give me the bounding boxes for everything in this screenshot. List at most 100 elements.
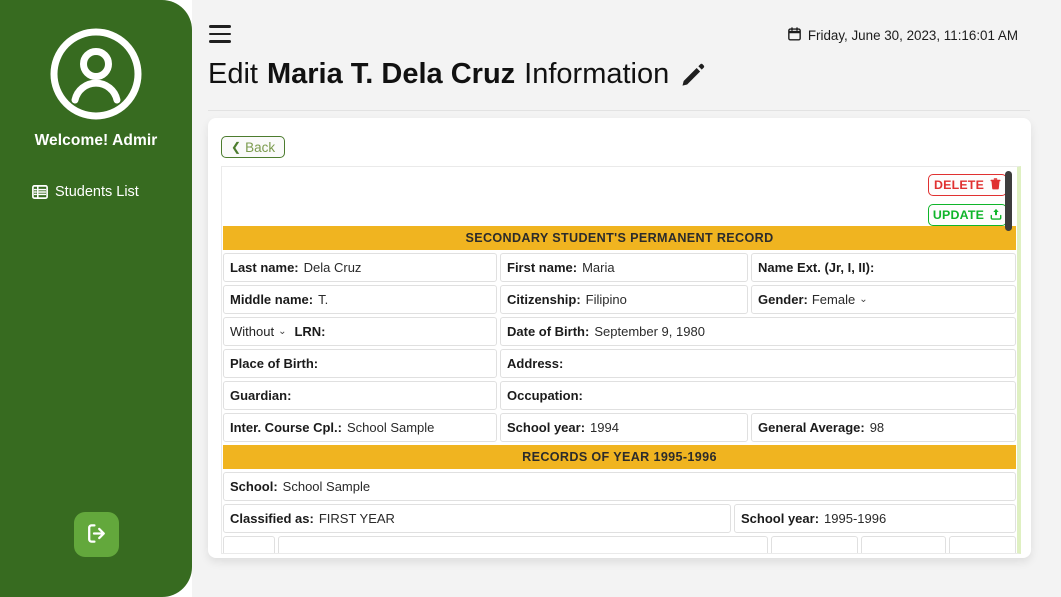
page-title-student-name: Maria T. Dela Cruz	[266, 58, 516, 90]
field-general-average[interactable]: General Average: 98	[751, 413, 1016, 442]
field-name-extension[interactable]: Name Ext. (Jr, I, II):	[751, 253, 1016, 282]
field-value: School Sample	[282, 479, 371, 494]
back-button-label: Back	[245, 139, 276, 155]
field-first-name[interactable]: First name: Maria	[500, 253, 748, 282]
field-middle-name[interactable]: Middle name: T.	[223, 285, 497, 314]
record-scroll-region[interactable]: DELETE UPDATE SECONDARY STUDENT'S PERMAN…	[221, 166, 1021, 554]
lrn-presence-select[interactable]: Without ⌄	[230, 324, 286, 339]
hamburger-menu-icon[interactable]	[209, 25, 231, 43]
page-title-suffix: Information	[524, 58, 670, 90]
field-value: 1995-1996	[824, 511, 887, 526]
page-title-prefix: Edit	[208, 58, 258, 90]
grade-cell[interactable]	[861, 536, 946, 553]
app-root: Welcome! Admir Students List Friday, Jun…	[0, 0, 1061, 597]
field-address[interactable]: Address:	[500, 349, 1016, 378]
field-school-year[interactable]: School year: 1994	[500, 413, 748, 442]
update-button-label: UPDATE	[932, 208, 985, 222]
grade-cell[interactable]	[278, 536, 768, 553]
lrn-presence-value: Without	[230, 324, 275, 339]
field-occupation[interactable]: Occupation:	[500, 381, 1016, 410]
calendar-icon	[787, 27, 801, 44]
field-label: Classified as:	[230, 511, 314, 526]
gender-select-value: Female	[811, 292, 856, 307]
field-label: School:	[230, 479, 278, 494]
record-action-bar: DELETE UPDATE	[222, 167, 1017, 226]
field-label: Guardian:	[230, 388, 292, 403]
table-list-icon	[32, 184, 48, 200]
datetime-text: Friday, June 30, 2023, 11:16:01 AM	[807, 28, 1018, 43]
welcome-label: Welcome! Admir	[34, 132, 158, 149]
field-place-of-birth[interactable]: Place of Birth:	[223, 349, 497, 378]
field-year-school-year[interactable]: School year: 1995-1996	[734, 504, 1016, 533]
table-row: School: School Sample	[223, 472, 1016, 501]
avatar	[44, 22, 148, 126]
field-inter-course-cpl[interactable]: Inter. Course Cpl.: School Sample	[223, 413, 497, 442]
field-label: School year:	[741, 511, 820, 526]
chevron-down-icon: ⌄	[278, 326, 287, 337]
table-row: Inter. Course Cpl.: School Sample School…	[223, 413, 1016, 442]
field-label: Address:	[507, 356, 564, 371]
field-value: September 9, 1980	[594, 324, 705, 339]
field-label: School year:	[507, 420, 586, 435]
field-value: T.	[318, 292, 329, 307]
field-value: 1994	[590, 420, 619, 435]
field-guardian[interactable]: Guardian:	[223, 381, 497, 410]
table-row: Last name: Dela Cruz First name: Maria N…	[223, 253, 1016, 282]
field-classified-as[interactable]: Classified as: FIRST YEAR	[223, 504, 731, 533]
field-value: 98	[869, 420, 885, 435]
permanent-record-banner: Secondary student's permanent record	[223, 226, 1016, 250]
topbar: Friday, June 30, 2023, 11:16:01 AM Edit …	[192, 0, 1061, 118]
gender-select[interactable]: Female ⌄	[808, 292, 868, 307]
field-value: School Sample	[346, 420, 435, 435]
sidebar-item-students-list[interactable]: Students List	[0, 180, 192, 204]
field-label: Place of Birth:	[230, 356, 319, 371]
table-row: Place of Birth: Address:	[223, 349, 1016, 378]
back-button[interactable]: ❮ Back	[221, 136, 286, 158]
field-school[interactable]: School: School Sample	[223, 472, 1016, 501]
field-value: FIRST YEAR	[318, 511, 395, 526]
pencil-icon[interactable]	[679, 61, 707, 89]
title-divider	[208, 110, 1030, 111]
page-title: Edit Maria T. Dela Cruz Information	[208, 58, 707, 91]
field-label: First name:	[507, 260, 578, 275]
delete-button[interactable]: DELETE	[928, 174, 1007, 196]
main-content: Friday, June 30, 2023, 11:16:01 AM Edit …	[192, 0, 1061, 597]
field-gender[interactable]: Gender: Female ⌄	[751, 285, 1016, 314]
field-last-name[interactable]: Last name: Dela Cruz	[223, 253, 497, 282]
table-row	[223, 536, 1016, 553]
table-row: Middle name: T. Citizenship: Filipino Ge…	[223, 285, 1016, 314]
datetime-display: Friday, June 30, 2023, 11:16:01 AM	[787, 27, 1018, 44]
field-lrn[interactable]: Without ⌄ LRN:	[223, 317, 497, 346]
sidebar-item-label: Students List	[55, 184, 139, 200]
chevron-left-icon: ❮	[231, 140, 242, 154]
sidebar: Welcome! Admir Students List	[0, 0, 192, 597]
chevron-down-icon: ⌄	[859, 294, 868, 305]
trash-icon	[990, 177, 1001, 193]
field-value: Maria	[582, 260, 615, 275]
grade-cell[interactable]	[771, 536, 858, 553]
field-label: Date of Birth:	[507, 324, 590, 339]
update-button[interactable]: UPDATE	[928, 204, 1007, 226]
user-circle-icon	[46, 24, 146, 124]
field-label: Occupation:	[507, 388, 583, 403]
field-date-of-birth[interactable]: Date of Birth: September 9, 1980	[500, 317, 1016, 346]
field-label: Gender:	[758, 292, 808, 307]
scrollbar-thumb[interactable]	[1005, 171, 1012, 231]
field-label: Citizenship:	[507, 292, 581, 307]
field-label: Inter. Course Cpl.:	[230, 420, 342, 435]
upload-icon	[990, 208, 1002, 223]
field-label: General Average:	[758, 420, 865, 435]
field-label: Name Ext. (Jr, I, II):	[758, 260, 875, 275]
year-record-banner: Records of year 1995-1996	[223, 445, 1016, 469]
record-card: ❮ Back DELETE UPDATE SECONDARY STUDENT'S…	[208, 118, 1031, 558]
field-citizenship[interactable]: Citizenship: Filipino	[500, 285, 748, 314]
delete-button-label: DELETE	[933, 178, 985, 192]
logout-button[interactable]	[74, 512, 119, 557]
field-label: LRN:	[294, 324, 326, 339]
table-row: Classified as: FIRST YEAR School year: 1…	[223, 504, 1016, 533]
field-value: Filipino	[585, 292, 627, 307]
logout-icon	[84, 521, 109, 549]
field-label: Middle name:	[230, 292, 314, 307]
sidebar-nav: Students List	[0, 180, 192, 204]
grade-cell[interactable]	[223, 536, 275, 553]
